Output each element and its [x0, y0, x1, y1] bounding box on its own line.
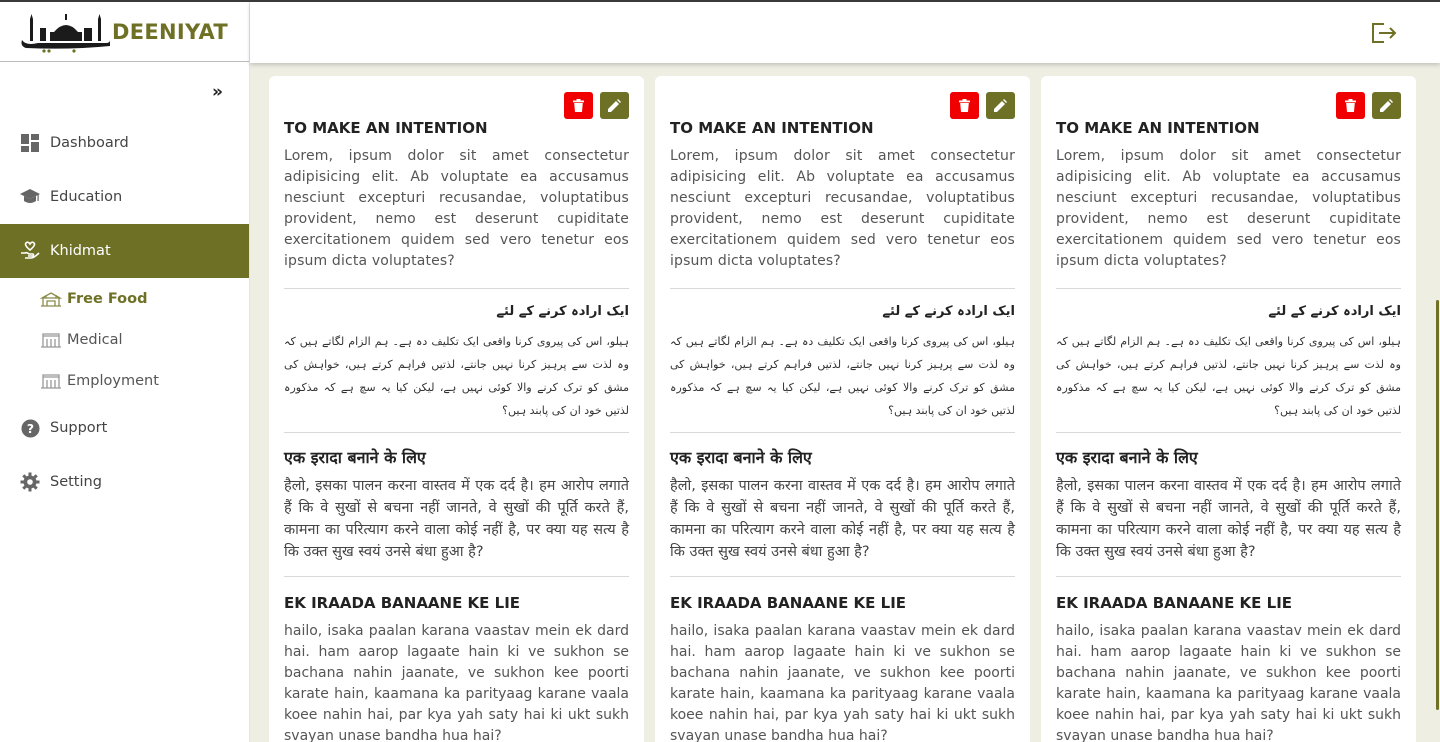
transliteration-title: EK IRAADA BANAANE KE LIE	[670, 594, 907, 612]
divider	[284, 576, 629, 577]
content-card: TO MAKE AN INTENTION Lorem, ipsum dolor …	[655, 76, 1030, 742]
urdu-text: ہیلو، اس کی پیروی کرنا واقعی ایک تکلیف د…	[284, 335, 629, 417]
divider	[670, 288, 1015, 289]
divider	[284, 288, 629, 289]
card-actions	[1336, 92, 1401, 119]
page-scrollbar[interactable]	[1436, 300, 1439, 710]
content-card: TO MAKE AN INTENTION Lorem, ipsum dolor …	[269, 76, 644, 742]
subitem-label: Medical	[67, 331, 123, 348]
edit-button[interactable]	[986, 92, 1015, 119]
brand-name: DEENIYAT	[112, 19, 229, 44]
english-title: TO MAKE AN INTENTION	[1056, 119, 1260, 137]
hindi-text: हैलो, इसका पालन करना वास्तव में एक दर्द …	[1056, 478, 1401, 560]
urdu-text: ہیلو، اس کی پیروی کرنا واقعی ایک تکلیف د…	[1056, 335, 1401, 417]
urdu-text: ہیلو، اس کی پیروی کرنا واقعی ایک تکلیف د…	[670, 335, 1015, 417]
top-border	[0, 0, 1440, 2]
top-header	[250, 2, 1440, 63]
sidebar-subitem-medical[interactable]: Medical	[0, 319, 249, 360]
divider	[1056, 576, 1401, 577]
english-title: TO MAKE AN INTENTION	[670, 119, 874, 137]
svg-text:?: ?	[26, 421, 33, 435]
subitem-label: Employment	[67, 372, 159, 389]
building-icon	[41, 332, 61, 348]
trash-icon	[1345, 99, 1356, 112]
trash-icon	[573, 99, 584, 112]
english-text: Lorem, ipsum dolor sit amet consectetur …	[1056, 148, 1401, 269]
sidebar-nav: Dashboard Education Khidmat Free Food Me…	[0, 116, 249, 509]
hindi-text: हैलो, इसका पालन करना वास्तव में एक दर्द …	[284, 478, 629, 560]
collapse-sidebar-button[interactable]: »	[212, 82, 223, 102]
dashboard-icon	[20, 133, 40, 153]
card-actions	[564, 92, 629, 119]
urdu-title: ایک ارادہ کرنے کے لئے	[1268, 304, 1401, 319]
sidebar-item-khidmat[interactable]: Khidmat	[0, 224, 249, 278]
urdu-title: ایک ارادہ کرنے کے لئے	[882, 304, 1015, 319]
deeniyat-logo-mark-icon	[21, 13, 110, 53]
gear-icon	[20, 472, 40, 492]
graduation-cap-icon	[20, 187, 40, 207]
hand-heart-icon	[20, 241, 40, 261]
pencil-icon	[994, 99, 1007, 112]
english-title: TO MAKE AN INTENTION	[284, 119, 488, 137]
divider	[1056, 288, 1401, 289]
divider	[1056, 432, 1401, 433]
hindi-title: एक इरादा बनाने के लिए	[670, 448, 812, 467]
transliteration-text: hailo, isaka paalan karana vaastav mein …	[284, 623, 629, 742]
sidebar: DEENIYAT » Dashboard Education Khidmat F…	[0, 2, 250, 742]
sidebar-item-label: Khidmat	[50, 243, 111, 259]
divider	[670, 432, 1015, 433]
transliteration-title: EK IRAADA BANAANE KE LIE	[1056, 594, 1293, 612]
english-text: Lorem, ipsum dolor sit amet consectetur …	[670, 148, 1015, 269]
sidebar-item-dashboard[interactable]: Dashboard	[0, 116, 249, 170]
edit-button[interactable]	[600, 92, 629, 119]
subitem-label: Free Food	[67, 290, 148, 307]
hindi-text: हैलो, इसका पालन करना वास्तव में एक दर्द …	[670, 478, 1015, 560]
trash-icon	[959, 99, 970, 112]
transliteration-text: hailo, isaka paalan karana vaastav mein …	[1056, 623, 1401, 742]
question-icon: ?	[20, 418, 40, 438]
khidmat-submenu: Free Food Medical Employment	[0, 278, 249, 401]
divider	[284, 432, 629, 433]
building-icon	[41, 373, 61, 389]
transliteration-text: hailo, isaka paalan karana vaastav mein …	[670, 623, 1015, 742]
transliteration-title: EK IRAADA BANAANE KE LIE	[284, 594, 521, 612]
hindi-title: एक इरादा बनाने के लिए	[284, 448, 426, 467]
logo[interactable]: DEENIYAT	[0, 2, 249, 62]
sidebar-item-education[interactable]: Education	[0, 170, 249, 224]
english-text: Lorem, ipsum dolor sit amet consectetur …	[284, 148, 629, 269]
sidebar-subitem-free-food[interactable]: Free Food	[0, 278, 249, 319]
content-card: TO MAKE AN INTENTION Lorem, ipsum dolor …	[1041, 76, 1416, 742]
urdu-title: ایک ارادہ کرنے کے لئے	[496, 304, 629, 319]
delete-button[interactable]	[1336, 92, 1365, 119]
building-icon	[40, 291, 62, 307]
pencil-icon	[1380, 99, 1393, 112]
sidebar-item-label: Dashboard	[50, 135, 129, 151]
delete-button[interactable]	[950, 92, 979, 119]
pencil-icon	[608, 99, 621, 112]
sidebar-subitem-employment[interactable]: Employment	[0, 360, 249, 401]
sidebar-item-label: Support	[50, 420, 108, 436]
sidebar-item-label: Setting	[50, 474, 102, 490]
delete-button[interactable]	[564, 92, 593, 119]
logout-icon[interactable]	[1370, 21, 1398, 45]
card-actions	[950, 92, 1015, 119]
divider	[670, 576, 1015, 577]
edit-button[interactable]	[1372, 92, 1401, 119]
sidebar-item-support[interactable]: ? Support	[0, 401, 249, 455]
sidebar-item-label: Education	[50, 189, 123, 205]
hindi-title: एक इरादा बनाने के लिए	[1056, 448, 1198, 467]
sidebar-item-setting[interactable]: Setting	[0, 455, 249, 509]
